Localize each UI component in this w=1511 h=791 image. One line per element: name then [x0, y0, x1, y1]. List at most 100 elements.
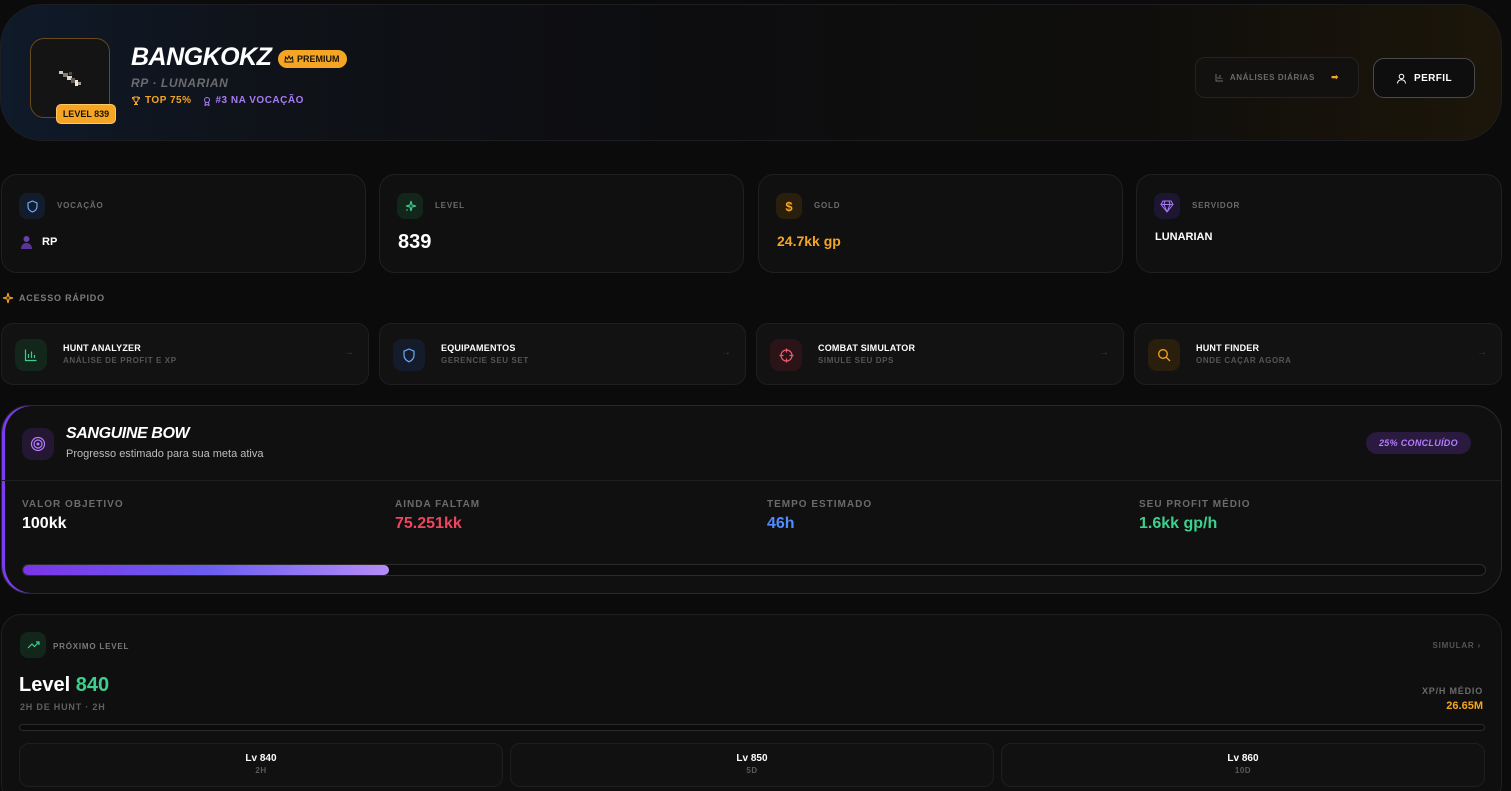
level-milestone-tile: Lv 850 5D	[510, 743, 994, 787]
goal-stat-label: SEU PROFIT MÉDIO	[1139, 499, 1251, 510]
crosshair-icon	[770, 339, 802, 371]
milestone-title: Lv 860	[1227, 753, 1259, 764]
goal-progress-badge: 25% CONCLUÍDO	[1366, 432, 1471, 454]
quick-link-equipamentos[interactable]: EQUIPAMENTOS GERENCIE SEU SET →	[379, 323, 746, 385]
premium-badge: PREMIUM	[278, 50, 347, 68]
level-badge: LEVEL 839	[56, 104, 116, 124]
stat-label: GOLD	[814, 201, 841, 210]
sparkles-icon	[2, 292, 14, 304]
quick-access-title: ACESSO RÁPIDO	[2, 292, 105, 304]
bar-chart-icon	[15, 339, 47, 371]
goal-stat-value: 100kk	[22, 515, 67, 532]
profile-header: LEVEL 839 BANGKOKZ PREMIUM RP · LUNARIAN…	[0, 4, 1502, 141]
stat-label: VOCAÇÃO	[57, 201, 104, 210]
quick-link-hunt-finder[interactable]: HUNT FINDER ONDE CAÇAR AGORA →	[1134, 323, 1502, 385]
level-milestone-tile: Lv 840 2H	[19, 743, 503, 787]
milestone-title: Lv 840	[245, 753, 277, 764]
level-word: Level	[19, 674, 71, 696]
stat-card-server: SERVIDOR LUNARIAN	[1136, 174, 1502, 273]
next-level-title: Level 840	[19, 674, 109, 697]
milestone-time: 5D	[746, 766, 758, 775]
goal-divider	[2, 480, 1501, 481]
top-rank-tag: TOP 75%	[131, 95, 192, 106]
quick-link-desc: ONDE CAÇAR AGORA	[1196, 356, 1292, 365]
stat-card-vocation: VOCAÇÃO RP	[1, 174, 366, 273]
stat-card-level: LEVEL 839	[379, 174, 744, 273]
daily-analyses-button[interactable]: ANÁLISES DIÁRIAS ➡	[1195, 57, 1359, 98]
shield-icon	[393, 339, 425, 371]
stat-value: RP	[42, 236, 58, 248]
character-sprite-icon	[59, 71, 81, 86]
level-progress-bar	[19, 724, 1485, 731]
arrow-right-icon: ➡	[1331, 72, 1340, 82]
quick-link-desc: SIMULE SEU DPS	[818, 356, 894, 365]
shield-icon	[19, 193, 45, 219]
xp-per-hour-label: XP/H MÉDIO	[1421, 686, 1483, 696]
goal-progress-fill	[23, 565, 389, 575]
arrow-right-icon: →	[1099, 347, 1109, 358]
crown-icon	[284, 55, 294, 63]
stat-label: LEVEL	[435, 201, 465, 210]
goal-stat: SEU PROFIT MÉDIO 1.6kk gp/h	[1139, 499, 1251, 533]
stat-value: 839	[398, 231, 432, 253]
vocation-rank-tag: #3 NA VOCAÇÃO	[202, 95, 304, 106]
daily-analyses-label: ANÁLISES DIÁRIAS	[1229, 73, 1315, 82]
goal-stat-value: 46h	[767, 515, 795, 532]
top-rank-text: TOP 75%	[145, 95, 192, 106]
arrow-right-icon: →	[1477, 347, 1487, 358]
trending-up-icon	[20, 632, 46, 658]
profile-button[interactable]: PERFIL	[1373, 58, 1475, 98]
quick-link-desc: ANÁLISE DE PROFIT E XP	[63, 356, 177, 365]
goal-stat: AINDA FALTAM 75.251kk	[395, 499, 480, 533]
goal-stat-label: VALOR OBJETIVO	[22, 499, 124, 510]
milestone-time: 10D	[1234, 766, 1252, 775]
goal-progress-bar	[22, 564, 1486, 576]
stat-card-gold: $ GOLD 24.7kk gp	[758, 174, 1123, 273]
stat-value-wrap: RP	[20, 235, 57, 249]
goal-subtitle: Progresso estimado para sua meta ativa	[66, 448, 264, 460]
next-level-label: PRÓXIMO LEVEL	[53, 642, 130, 651]
arrow-right-icon: →	[721, 347, 731, 358]
profile-label: PERFIL	[1414, 72, 1452, 84]
target-icon	[22, 428, 54, 460]
goal-stat-value: 75.251kk	[395, 515, 462, 532]
level-number: 840	[75, 674, 110, 696]
quick-link-title: EQUIPAMENTOS	[441, 343, 516, 353]
quick-link-desc: GERENCIE SEU SET	[441, 356, 529, 365]
goal-stat: VALOR OBJETIVO 100kk	[22, 499, 124, 533]
level-milestone-tile: Lv 860 10D	[1001, 743, 1485, 787]
arrow-right-icon: →	[344, 347, 354, 358]
goal-stat-value: 1.6kk gp/h	[1139, 515, 1218, 532]
quick-link-title: HUNT FINDER	[1196, 343, 1260, 353]
goal-title: SANGUINE BOW	[66, 425, 190, 442]
next-level-card: PRÓXIMO LEVEL SIMULAR › Level 840 2H DE …	[1, 614, 1502, 791]
simulate-link[interactable]: SIMULAR ›	[1432, 641, 1481, 650]
quick-link-hunt-analyzer[interactable]: HUNT ANALYZER ANÁLISE DE PROFIT E XP →	[1, 323, 369, 385]
stat-label: SERVIDOR	[1192, 201, 1241, 210]
goal-card: SANGUINE BOW Progresso estimado para sua…	[1, 405, 1502, 594]
goal-stat-label: AINDA FALTAM	[395, 499, 481, 510]
milestone-time: 2H	[255, 766, 267, 775]
milestone-title: Lv 850	[736, 753, 768, 764]
hunt-time-text: 2H DE HUNT · 2H	[20, 702, 106, 712]
user-icon	[1397, 73, 1407, 84]
premium-label: PREMIUM	[297, 54, 340, 64]
quick-link-combat-simulator[interactable]: COMBAT SIMULATOR SIMULE SEU DPS →	[756, 323, 1124, 385]
quick-access-label: ACESSO RÁPIDO	[19, 293, 105, 303]
quick-link-title: HUNT ANALYZER	[63, 343, 141, 353]
search-icon	[1148, 339, 1180, 371]
stat-value: 24.7kk gp	[777, 233, 841, 249]
quick-link-title: COMBAT SIMULATOR	[818, 343, 916, 353]
person-icon	[21, 236, 32, 249]
bar-chart-icon	[1215, 74, 1223, 82]
goal-stat-label: TEMPO ESTIMADO	[767, 499, 873, 510]
vocation-rank-text: #3 NA VOCAÇÃO	[215, 95, 304, 106]
sparkles-icon	[397, 193, 423, 219]
xp-per-hour-value: 26.65M	[1446, 700, 1483, 712]
gem-icon	[1154, 193, 1180, 219]
dollar-icon: $	[776, 193, 802, 219]
goal-stat: TEMPO ESTIMADO 46h	[767, 499, 872, 533]
medal-icon	[203, 96, 210, 106]
character-subtitle: RP · LUNARIAN	[131, 76, 229, 90]
stat-value: LUNARIAN	[1155, 231, 1213, 243]
